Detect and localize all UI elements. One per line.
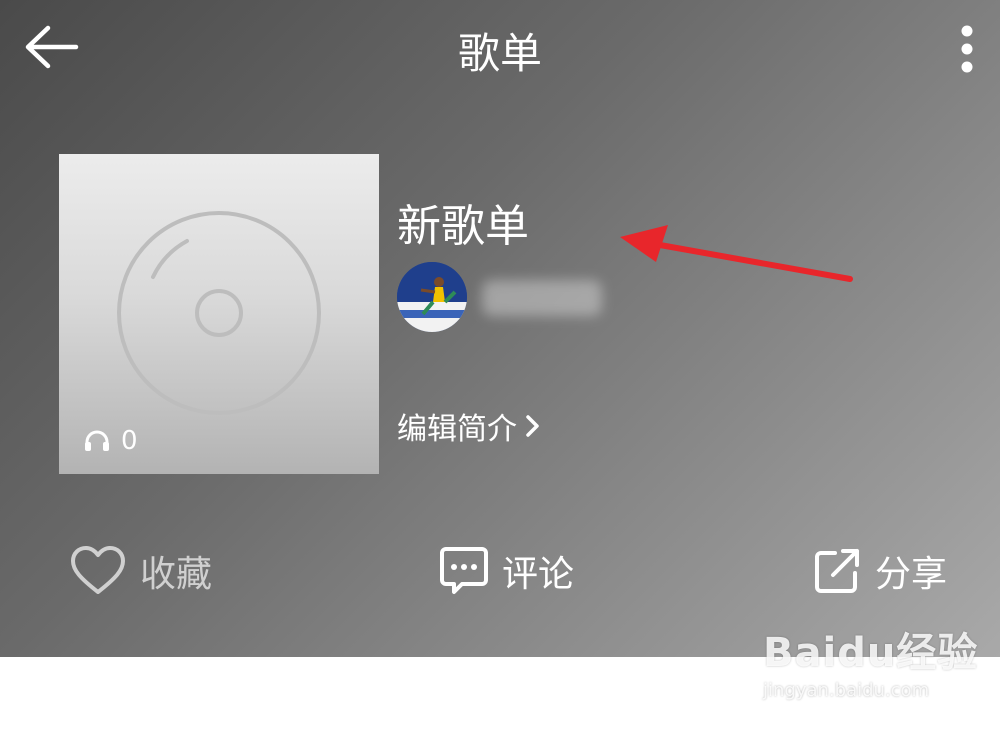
play-count-value: 0: [121, 426, 138, 456]
chevron-right-icon: [526, 415, 539, 437]
share-label: 分享: [875, 554, 948, 595]
watermark-url: jingyan.baidu.com: [763, 680, 930, 701]
avatar[interactable]: [397, 262, 467, 332]
heart-icon: [71, 546, 125, 594]
favorite-button[interactable]: 收藏: [70, 545, 212, 597]
username-blurred[interactable]: [482, 280, 602, 316]
play-count: 0: [83, 426, 138, 456]
page-title: 歌单: [457, 29, 542, 78]
playlist-name[interactable]: 新歌单: [397, 190, 529, 254]
watermark-logo: Baidu经验: [763, 630, 979, 676]
top-app-bar: 歌单: [0, 0, 1000, 96]
comment-label: 评论: [502, 554, 575, 595]
headphones-icon: [85, 430, 109, 451]
comment-button[interactable]: 评论: [440, 545, 574, 597]
avatar-image: [397, 262, 467, 332]
comment-icon: [440, 547, 488, 594]
more-options-button[interactable]: [950, 24, 984, 74]
edit-intro-link[interactable]: 编辑简介: [397, 404, 541, 448]
share-button[interactable]: 分享: [813, 545, 947, 597]
edit-intro-label: 编辑简介: [397, 412, 517, 447]
playlist-cover[interactable]: 0: [59, 154, 379, 474]
baidu-watermark: Baidu经验 jingyan.baidu.com: [763, 620, 978, 701]
favorite-label: 收藏: [140, 554, 213, 595]
playlist-header-background: 歌单 0 新歌单 编辑简介 收藏 评论 分享: [0, 0, 1000, 657]
share-icon: [815, 549, 859, 593]
more-vertical-icon: [961, 25, 973, 73]
disc-icon: [117, 211, 321, 415]
